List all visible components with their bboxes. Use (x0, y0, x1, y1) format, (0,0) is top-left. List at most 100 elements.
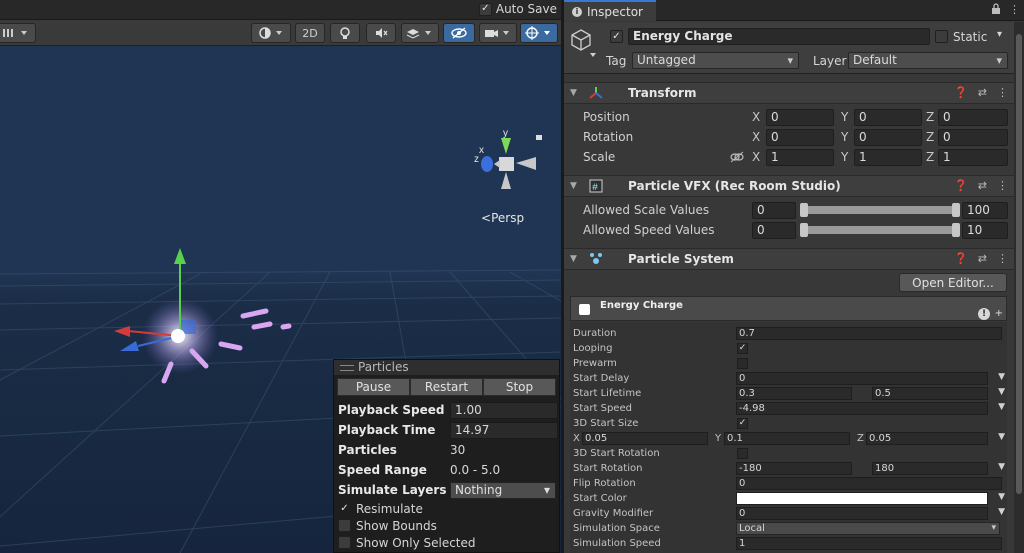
show-bounds-toggle[interactable]: Show Bounds (334, 517, 559, 534)
fold-arrow-icon[interactable]: ▼ (570, 181, 584, 191)
rotation-z-input[interactable]: 0 (938, 129, 1008, 146)
audio-toggle-button[interactable] (366, 23, 396, 43)
particle-system-header[interactable]: ▼ Particle System ❓ ⇄ ⋮ (564, 248, 1014, 270)
allowed-scale-slider[interactable] (800, 203, 960, 217)
inspector-scrollbar[interactable] (1014, 22, 1024, 553)
start-rotation-3d-checkbox[interactable] (737, 448, 748, 459)
position-z-input[interactable]: 0 (938, 109, 1008, 126)
auto-save-toggle[interactable]: Auto Save (478, 2, 557, 16)
resimulate-checkbox[interactable] (338, 502, 351, 515)
gravity-modifier-input[interactable]: 0 (736, 507, 988, 520)
start-rotation-min-input[interactable]: -180 (736, 462, 852, 475)
tab-inspector[interactable]: i Inspector (564, 0, 656, 21)
allowed-speed-max-knob[interactable] (952, 223, 960, 237)
start-speed-mode-icon[interactable]: ▼ (998, 402, 1005, 412)
pause-button[interactable]: Pause (337, 378, 410, 396)
start-delay-input[interactable]: 0 (736, 372, 988, 385)
lighting-toggle-button[interactable] (330, 23, 360, 43)
start-lifetime-min-input[interactable]: 0.3 (736, 387, 852, 400)
camera-menu-button[interactable] (479, 23, 517, 43)
looping-checkbox[interactable] (737, 343, 748, 354)
scale-y-input[interactable]: 1 (854, 149, 922, 166)
scale-x-input[interactable]: 1 (766, 149, 834, 166)
more-options-icon[interactable]: ⋮ (997, 86, 1008, 99)
tag-dropdown[interactable]: Untagged (632, 52, 799, 69)
stop-button[interactable]: Stop (483, 378, 556, 396)
presets-icon[interactable]: ⇄ (978, 252, 987, 265)
shading-mode-button[interactable] (251, 23, 291, 43)
object-name-input[interactable]: Energy Charge (628, 28, 930, 45)
allowed-scale-max-input[interactable]: 100 (962, 202, 1008, 219)
allowed-speed-max-input[interactable]: 10 (962, 222, 1008, 239)
simulate-layers-dropdown[interactable]: Nothing (450, 481, 556, 499)
start-lifetime-max-input[interactable]: 0.5 (872, 387, 988, 400)
add-module-icon[interactable]: + (995, 308, 1003, 319)
static-dropdown-icon[interactable]: ▾ (997, 29, 1002, 40)
auto-save-checkbox[interactable] (478, 2, 492, 16)
rotation-y-input[interactable]: 0 (854, 129, 922, 146)
prewarm-checkbox[interactable] (737, 358, 748, 369)
more-options-icon[interactable]: ⋮ (1009, 3, 1020, 18)
fold-arrow-icon[interactable]: ▼ (570, 254, 584, 264)
transform-header[interactable]: ▼ Transform ❓ ⇄ ⋮ (564, 82, 1014, 104)
constrain-proportions-icon[interactable] (730, 151, 744, 166)
rotation-x-input[interactable]: 0 (766, 129, 834, 146)
particle-system-module-header[interactable]: Energy Charge ! + (570, 296, 1007, 321)
playback-speed-input[interactable]: 1.00 (450, 401, 558, 419)
open-editor-button[interactable]: Open Editor... (899, 273, 1007, 292)
start-size-z-input[interactable]: 0.05 (866, 432, 988, 445)
effects-menu-button[interactable] (401, 23, 439, 43)
gravity-modifier-mode-icon[interactable]: ▼ (998, 507, 1005, 517)
presets-icon[interactable]: ⇄ (978, 86, 987, 99)
show-only-selected-toggle[interactable]: Show Only Selected (334, 534, 559, 551)
2d-toggle-button[interactable]: 2D (295, 23, 325, 43)
start-lifetime-mode-icon[interactable]: ▼ (998, 387, 1005, 397)
resimulate-toggle[interactable]: Resimulate (334, 500, 559, 517)
start-speed-input[interactable]: -4.98 (736, 402, 988, 415)
help-icon[interactable]: ❓ (954, 86, 968, 99)
show-bounds-checkbox[interactable] (338, 519, 351, 532)
lock-icon[interactable] (991, 3, 1001, 18)
more-options-icon[interactable]: ⋮ (997, 252, 1008, 265)
position-x-input[interactable]: 0 (766, 109, 834, 126)
warning-icon[interactable]: ! (978, 308, 990, 320)
start-size-x-input[interactable]: 0.05 (582, 432, 708, 445)
help-icon[interactable]: ❓ (954, 252, 968, 265)
start-delay-mode-icon[interactable]: ▼ (998, 372, 1005, 382)
allowed-scale-min-input[interactable]: 0 (752, 202, 796, 219)
allowed-speed-min-input[interactable]: 0 (752, 222, 796, 239)
help-icon[interactable]: ❓ (954, 179, 968, 192)
allowed-speed-min-knob[interactable] (800, 223, 808, 237)
simulation-space-dropdown[interactable]: Local (736, 522, 1000, 535)
scale-z-input[interactable]: 1 (938, 149, 1008, 166)
static-checkbox[interactable] (935, 30, 948, 43)
show-only-selected-checkbox[interactable] (338, 536, 351, 549)
layer-dropdown[interactable]: Default (848, 52, 1008, 69)
start-color-mode-icon[interactable]: ▼ (998, 492, 1005, 502)
start-color-swatch[interactable] (736, 492, 988, 505)
position-y-input[interactable]: 0 (854, 109, 922, 126)
start-rotation-max-input[interactable]: 180 (872, 462, 988, 475)
inspector-scroll-thumb[interactable] (1016, 34, 1022, 494)
simulation-speed-input[interactable]: 1 (736, 537, 1002, 550)
more-options-icon[interactable]: ⋮ (997, 179, 1008, 192)
perspective-toggle[interactable]: <Persp (481, 211, 524, 225)
start-size-y-input[interactable]: 0.1 (724, 432, 850, 445)
start-rotation-mode-icon[interactable]: ▼ (998, 462, 1005, 472)
layout-menu-button[interactable] (0, 23, 36, 43)
playback-time-input[interactable]: 14.97 (450, 421, 558, 439)
scene-view[interactable]: Auto Save 2D (0, 0, 561, 553)
start-size-3d-checkbox[interactable] (737, 418, 748, 429)
object-active-checkbox[interactable] (610, 30, 623, 43)
duration-input[interactable]: 0.7 (736, 327, 1002, 340)
allowed-scale-max-knob[interactable] (952, 203, 960, 217)
start-size-mode-icon[interactable]: ▼ (998, 432, 1005, 442)
fold-arrow-icon[interactable]: ▼ (570, 88, 584, 98)
orientation-gizmo[interactable]: y z x (466, 126, 546, 201)
restart-button[interactable]: Restart (410, 378, 483, 396)
flip-rotation-input[interactable]: 0 (736, 477, 1002, 490)
allowed-speed-slider[interactable] (800, 223, 960, 237)
hidden-objects-toggle[interactable] (443, 23, 475, 43)
particles-panel-title[interactable]: Particles (334, 360, 559, 375)
gizmos-menu-button[interactable] (520, 23, 558, 43)
